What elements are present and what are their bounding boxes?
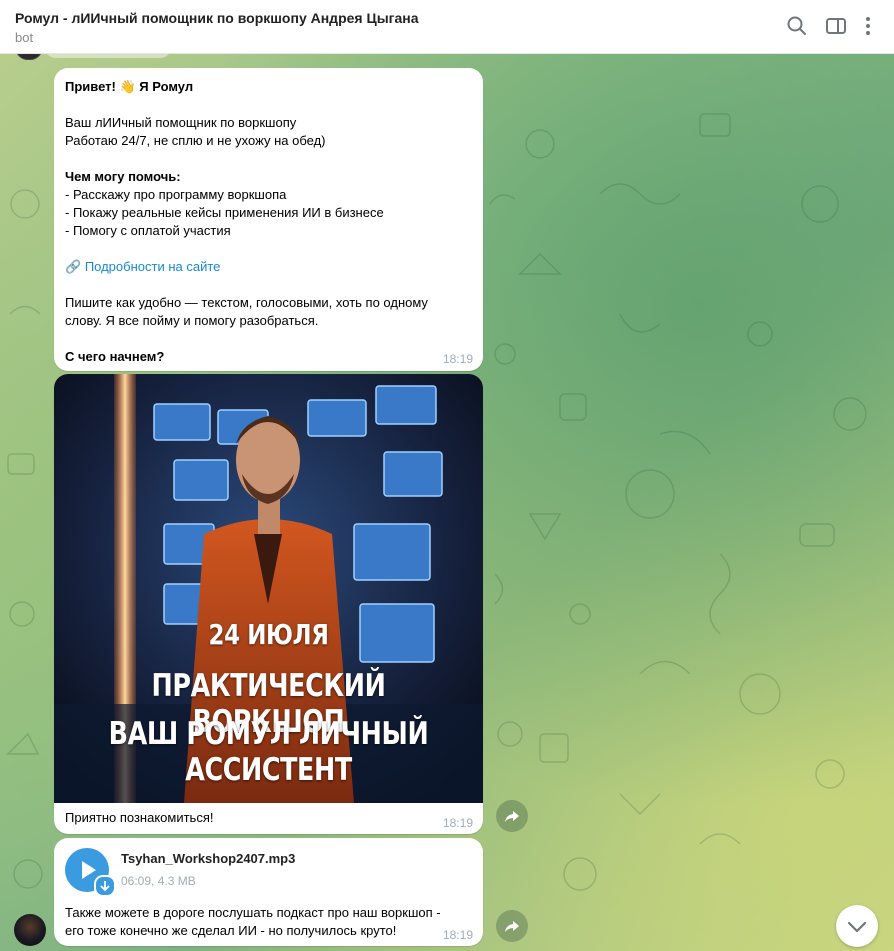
chat-header: Ромул - лИИчный помощник по воркшопу Анд… bbox=[0, 0, 894, 54]
write-line-2: слову. Я все пойму и помогу разобраться. bbox=[65, 313, 319, 328]
welcome-message-text: Привет! 👋 Я Ромул Ваш лИИчный помощник п… bbox=[65, 78, 475, 366]
forward-button[interactable] bbox=[496, 800, 528, 832]
forward-icon bbox=[505, 811, 519, 822]
greeting-text: Привет! 👋 Я Ромул bbox=[65, 79, 194, 94]
question-text: С чего начнем? bbox=[65, 349, 165, 364]
workshop-poster-image[interactable]: 24 ИЮЛЯ ПРАКТИЧЕСКИЙ ВОРКШОП ВАШ РОМУЛ Л… bbox=[54, 374, 483, 803]
help-item-1: - Расскажу про программу воркшопа bbox=[65, 187, 287, 202]
forward-button[interactable] bbox=[496, 910, 528, 942]
scroll-down-button[interactable] bbox=[836, 905, 878, 947]
help-item-3: - Помогу с оплатой участия bbox=[65, 223, 231, 238]
audio-message: Tsyhan_Workshop2407.mp3 06:09, 4.3 MB Та… bbox=[54, 838, 483, 946]
help-item-2: - Покажу реальные кейсы применения ИИ в … bbox=[65, 205, 384, 220]
write-line-1: Пишите как удобно — текстом, голосовыми,… bbox=[65, 295, 428, 310]
intro-line-2: Работаю 24/7, не сплю и не ухожу на обед… bbox=[65, 133, 326, 148]
chat-title[interactable]: Ромул - лИИчный помощник по воркшопу Анд… bbox=[15, 10, 419, 26]
sidebar-toggle-icon[interactable] bbox=[823, 13, 849, 39]
poster-message: 24 ИЮЛЯ ПРАКТИЧЕСКИЙ ВОРКШОП ВАШ РОМУЛ Л… bbox=[54, 374, 483, 834]
audio-text-line-2: его тоже конечно же сделал ИИ - но получ… bbox=[65, 923, 397, 938]
search-icon[interactable] bbox=[784, 13, 810, 39]
file-name: Tsyhan_Workshop2407.mp3 bbox=[121, 851, 296, 866]
more-vertical-icon[interactable] bbox=[858, 13, 878, 39]
forward-icon bbox=[505, 921, 519, 932]
link-icon: 🔗 bbox=[65, 259, 82, 274]
welcome-message: Привет! 👋 Я Ромул Ваш лИИчный помощник п… bbox=[54, 68, 483, 371]
intro-line-1: Ваш лИИчный помощник по воркшопу bbox=[65, 115, 297, 130]
message-time: 18:19 bbox=[442, 352, 473, 366]
chevron-down-icon bbox=[847, 921, 867, 933]
poster-subtitle: ВАШ РОМУЛ ЛИЧНЫЙ АССИСТЕНТ bbox=[108, 716, 429, 788]
avatar[interactable] bbox=[14, 914, 46, 946]
audio-text-line-1: Также можете в дороге послушать подкаст … bbox=[65, 905, 441, 920]
download-icon bbox=[100, 881, 110, 892]
download-button[interactable] bbox=[94, 875, 116, 897]
website-link[interactable]: Подробности на сайте bbox=[85, 259, 221, 274]
file-meta: 06:09, 4.3 MB bbox=[121, 874, 196, 888]
chat-status: bot bbox=[15, 30, 34, 45]
help-title: Чем могу помочь: bbox=[65, 169, 181, 184]
message-time: 18:19 bbox=[442, 928, 473, 942]
message-time: 18:19 bbox=[442, 816, 473, 830]
poster-caption: Приятно познакомиться! bbox=[65, 810, 214, 825]
poster-date: 24 ИЮЛЯ bbox=[208, 618, 329, 651]
